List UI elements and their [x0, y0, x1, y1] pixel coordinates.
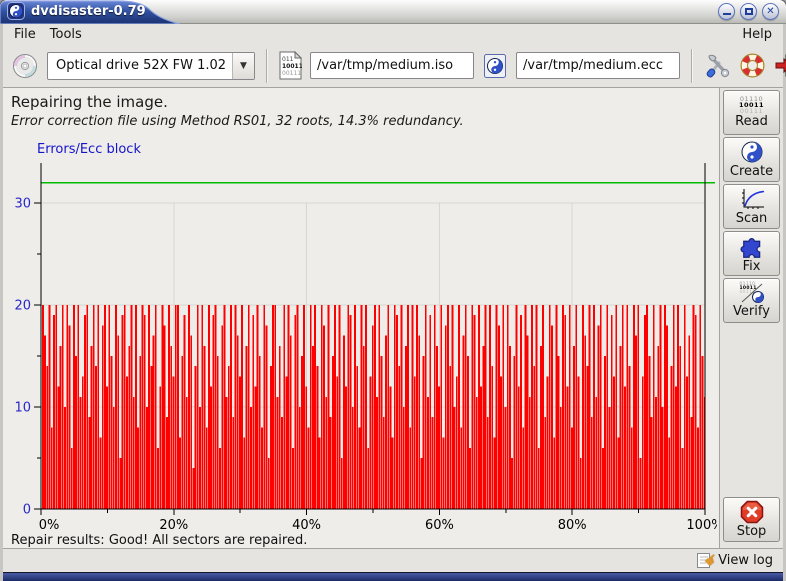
- stop-icon: [740, 500, 764, 524]
- app-icon: [7, 2, 25, 20]
- titlebar[interactable]: dvdisaster-0.79 ✕: [0, 0, 786, 24]
- close-button[interactable]: ✕: [762, 3, 779, 20]
- minimize-button[interactable]: [718, 3, 735, 20]
- svg-text:0: 0: [23, 503, 31, 518]
- drive-selector-value: Optical drive 52X FW 1.02: [48, 58, 232, 73]
- svg-text:20%: 20%: [159, 518, 188, 533]
- drive-selector[interactable]: Optical drive 52X FW 1.02 ▼: [47, 52, 255, 80]
- svg-text:30: 30: [14, 197, 31, 212]
- help-button[interactable]: [739, 52, 766, 79]
- lifebuoy-icon: [739, 52, 766, 79]
- window-title: dvdisaster-0.79: [31, 4, 146, 19]
- create-button[interactable]: Create: [723, 137, 780, 182]
- view-log-label: View log: [718, 553, 773, 568]
- chart-panel: Repairing the image. Error correction fi…: [3, 88, 719, 548]
- menu-tools[interactable]: Tools: [43, 26, 89, 43]
- toolbar-separator: [691, 49, 693, 83]
- create-icon: [740, 140, 764, 164]
- verify-button[interactable]: 01110 10011 00111 Verify: [723, 278, 780, 323]
- repair-results-text: Repair results: Good! All sectors are re…: [11, 533, 719, 548]
- scan-icon: [738, 187, 766, 211]
- scan-button-label: Scan: [736, 211, 768, 226]
- svg-text:10: 10: [14, 401, 31, 416]
- view-log-button[interactable]: ☛ View log: [696, 552, 773, 569]
- read-button-label: Read: [735, 114, 768, 129]
- fix-button[interactable]: Fix: [723, 231, 780, 276]
- preferences-button[interactable]: [704, 52, 731, 79]
- chart-title: Errors/Ecc block: [37, 142, 719, 157]
- errors-chart: 0 10 20 30 0% 20% 40% 60% 80% 100%: [5, 157, 717, 533]
- maximize-icon: [745, 8, 753, 15]
- cd-icon: [11, 52, 39, 80]
- stop-button[interactable]: Stop: [723, 497, 780, 542]
- iso-icon-digits-2: 10011: [282, 63, 302, 70]
- read-button[interactable]: 01110 10011 00111 Read: [723, 90, 780, 135]
- verify-button-label: Verify: [733, 304, 770, 319]
- create-button-label: Create: [730, 164, 773, 179]
- maximize-button[interactable]: [740, 3, 757, 20]
- menu-file[interactable]: File: [7, 26, 43, 43]
- ecc-file-input[interactable]: [516, 52, 680, 79]
- status-subheading: Error correction file using Method RS01,…: [11, 114, 719, 129]
- quit-button[interactable]: [774, 52, 786, 79]
- read-icon: 01110 10011 00111: [739, 96, 764, 114]
- chevron-down-icon[interactable]: ▼: [232, 53, 254, 79]
- tools-icon: [704, 52, 731, 79]
- minimize-icon: [723, 13, 731, 15]
- svg-text:60%: 60%: [425, 518, 454, 533]
- close-icon: ✕: [766, 7, 774, 17]
- svg-text:0%: 0%: [39, 518, 60, 533]
- toolbar-separator: [266, 49, 268, 83]
- window-bottom-border: [3, 572, 783, 581]
- iso-icon-digits-3: 00111: [282, 70, 301, 77]
- exit-door-icon: [774, 52, 786, 79]
- verify-icon: 01110 10011 00111: [739, 282, 765, 304]
- image-file-icon: 011 10011 00111: [279, 51, 302, 80]
- stop-button-label: Stop: [737, 524, 767, 539]
- fix-button-label: Fix: [743, 259, 761, 274]
- svg-text:20: 20: [14, 299, 31, 314]
- action-sidebar: 01110 10011 00111 Read Create: [719, 88, 783, 548]
- iso-icon-digits-1: 011: [282, 56, 294, 63]
- menubar: File Tools Help: [3, 24, 783, 44]
- menu-help[interactable]: Help: [735, 26, 779, 43]
- statusbar: ☛ View log: [3, 548, 783, 572]
- main-area: Repairing the image. Error correction fi…: [3, 88, 783, 548]
- scan-button[interactable]: Scan: [723, 184, 780, 229]
- toolbar: Optical drive 52X FW 1.02 ▼ 011 10011 00…: [3, 44, 783, 88]
- status-heading: Repairing the image.: [11, 93, 719, 111]
- fix-icon: [739, 233, 765, 259]
- ecc-file-icon: [482, 52, 508, 80]
- svg-text:80%: 80%: [558, 518, 587, 533]
- svg-text:100%: 100%: [686, 518, 717, 533]
- app-window: dvdisaster-0.79 ✕ File Tools Help: [0, 0, 786, 581]
- image-file-input[interactable]: [310, 52, 474, 79]
- svg-text:40%: 40%: [292, 518, 321, 533]
